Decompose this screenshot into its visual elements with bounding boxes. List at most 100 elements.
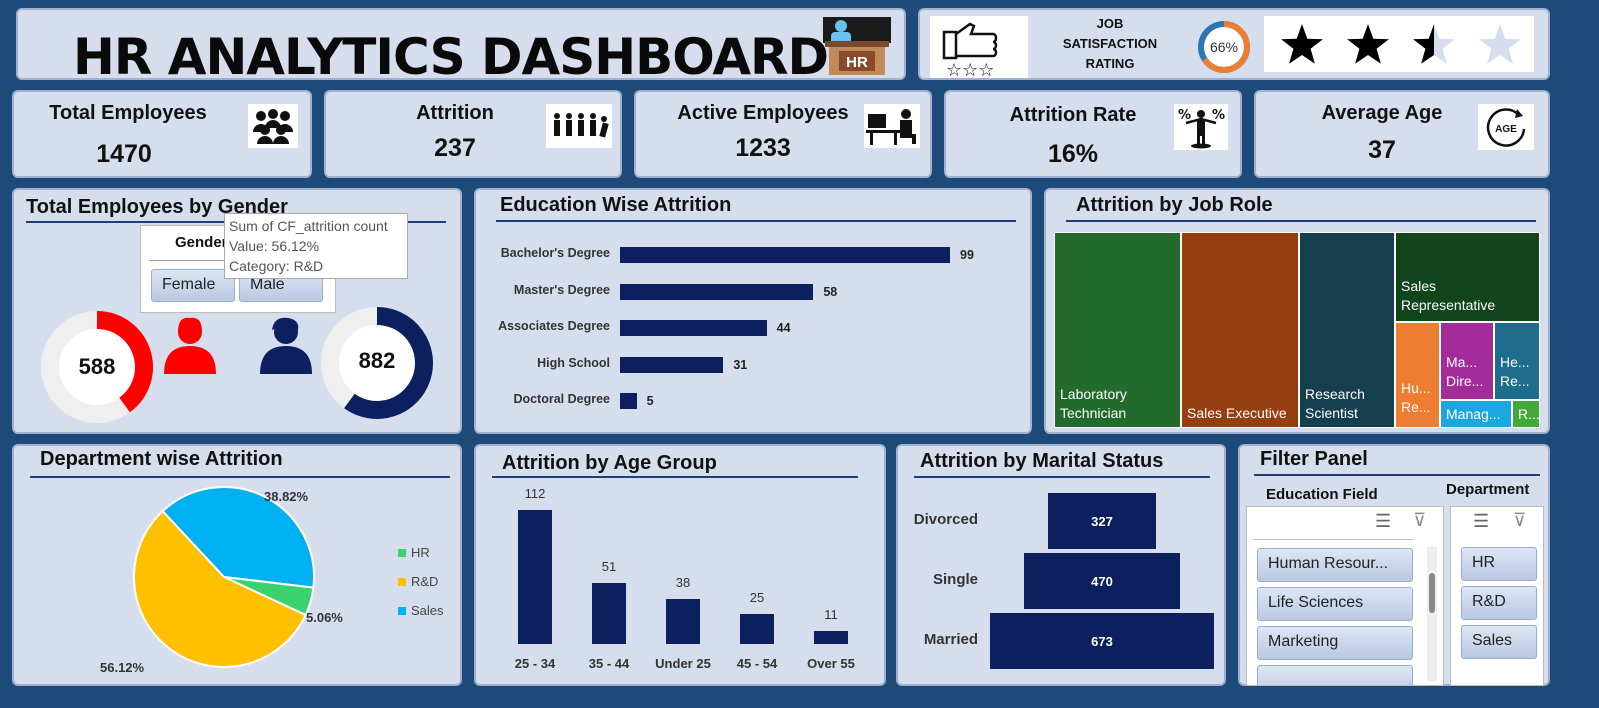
- bar-value-label: 5: [646, 394, 654, 408]
- page-title: HR ANALYTICS DASHBOARD: [73, 28, 829, 86]
- age-panel: Attrition by Age Group 112 25 - 34 51 35 - …: [474, 444, 886, 686]
- legend-swatch: [398, 548, 406, 557]
- treemap-cell-manager[interactable]: Manag...: [1440, 400, 1512, 428]
- svg-text:HR: HR: [846, 54, 868, 71]
- star-icon: [1413, 24, 1455, 64]
- funnel-bar[interactable]: 470: [1023, 553, 1181, 609]
- hr-presenter-icon: HR: [821, 15, 893, 79]
- education-option-human-resources[interactable]: Human Resour...: [1257, 548, 1413, 582]
- legend-swatch: [398, 606, 406, 615]
- balance-person-icon: % %: [1174, 104, 1228, 150]
- treemap-cell-research-director[interactable]: R...: [1512, 400, 1540, 428]
- section-title: Filter Panel: [1260, 448, 1368, 470]
- gender-option-female[interactable]: Female: [151, 269, 235, 302]
- legend-label: R&D: [411, 574, 439, 589]
- marital-panel: Attrition by Marital Status 327 Divorced 4…: [896, 444, 1226, 686]
- kpi-attrition-rate: Attrition Rate 16% % %: [944, 90, 1242, 178]
- bar-category-label: Master's Degree: [513, 282, 610, 297]
- kpi-total-employees: Total Employees 1470: [12, 90, 312, 178]
- bar-category-label: 45 - 54: [736, 656, 778, 671]
- bar[interactable]: [620, 393, 637, 409]
- bar-category-label: Under 25: [655, 656, 711, 671]
- bar[interactable]: [620, 320, 767, 336]
- bar[interactable]: [620, 247, 950, 263]
- star-icon: [1281, 24, 1323, 64]
- bar-category-label: 25 - 34: [514, 656, 556, 671]
- treemap-cell-manager-director[interactable]: Ma... Dire...: [1440, 322, 1494, 400]
- title-panel: HR ANALYTICS DASHBOARD HR: [16, 8, 906, 86]
- female-count: 588: [78, 354, 116, 379]
- funnel-category-label: Divorced: [913, 511, 978, 528]
- pie-label-hr: 5.06%: [306, 610, 343, 625]
- svg-text:%: %: [1178, 108, 1191, 123]
- multi-select-icon[interactable]: ☰: [1473, 511, 1489, 532]
- funnel-bar[interactable]: 327: [1047, 493, 1157, 549]
- section-title: Attrition by Job Role: [1076, 194, 1273, 216]
- legend-label: Sales: [411, 603, 444, 618]
- job-satisfaction-label: JOB SATISFACTION RATING: [1062, 16, 1158, 71]
- job-satisfaction-panel: ☆☆☆ JOB SATISFACTION RATING 66%: [918, 8, 1550, 81]
- treemap-cell-research-scientist[interactable]: Research Scientist: [1299, 232, 1395, 428]
- legend-item: Sales: [398, 603, 444, 618]
- education-option-life-sciences[interactable]: Life Sciences: [1257, 587, 1413, 621]
- legend-item: HR: [398, 545, 430, 560]
- marital-funnel-chart: 327 Divorced 470 Single 673 Married: [898, 446, 1228, 688]
- treemap-cell-sales-executive[interactable]: Sales Executive: [1181, 232, 1299, 428]
- multi-select-icon[interactable]: ☰: [1375, 511, 1391, 532]
- bar-category-label: High School: [537, 355, 610, 370]
- bar[interactable]: [592, 582, 626, 644]
- bar[interactable]: [620, 283, 814, 300]
- svg-text:%: %: [1212, 108, 1225, 123]
- legend-item: R&D: [398, 574, 438, 589]
- department-pie-chart: [133, 486, 315, 668]
- bar[interactable]: [814, 630, 848, 644]
- slicer-scrollbar[interactable]: [1427, 547, 1437, 681]
- funnel-category-label: Single: [932, 571, 978, 588]
- section-divider: [1254, 474, 1540, 476]
- bar-value-label: 31: [733, 357, 748, 372]
- pie-label-rd: 56.12%: [100, 660, 145, 675]
- legend-label: HR: [411, 545, 430, 560]
- job-satisfaction-donut: 66%: [1196, 19, 1252, 75]
- education-option-partial[interactable]: [1257, 665, 1413, 685]
- clear-filter-icon[interactable]: ⊽: [1513, 510, 1526, 531]
- female-donut: 588: [40, 310, 154, 424]
- bar[interactable]: [620, 356, 724, 373]
- treemap-cell-human-resources[interactable]: Hu... Re...: [1395, 322, 1440, 428]
- treemap-cell-sales-representative[interactable]: Sales Representative: [1395, 232, 1540, 322]
- bar-value-label: 51: [601, 558, 617, 574]
- treemap-cell-laboratory-technician[interactable]: Laboratory Technician: [1054, 232, 1181, 428]
- star-icon: [1479, 24, 1521, 64]
- department-label: Department: [1446, 481, 1530, 498]
- department-option-rd[interactable]: R&D: [1461, 586, 1537, 620]
- bar-value-label: 44: [776, 321, 791, 335]
- department-option-sales[interactable]: Sales: [1461, 625, 1537, 659]
- department-option-hr[interactable]: HR: [1461, 547, 1537, 581]
- clear-filter-icon[interactable]: ⊽: [1413, 510, 1426, 531]
- bar[interactable]: [518, 510, 552, 644]
- male-donut: 882: [320, 306, 434, 420]
- funnel-bar[interactable]: 673: [990, 613, 1214, 669]
- chart-tooltip: Sum of CF_attrition count Value: 56.12% …: [224, 213, 408, 279]
- bar[interactable]: [666, 598, 700, 644]
- kpi-attrition: Attrition 237: [324, 90, 622, 178]
- education-option-marketing[interactable]: Marketing: [1257, 626, 1413, 660]
- pie-label-sales: 38.82%: [264, 489, 309, 504]
- legend-swatch: [398, 577, 406, 586]
- education-field-slicer: ☰ ⊽ Human Resour... Life Sciences Market…: [1246, 506, 1444, 686]
- thumbs-up-rating-icon: ☆☆☆: [930, 16, 1028, 81]
- treemap-cell-healthcare-representative[interactable]: He... Re...: [1494, 322, 1540, 400]
- svg-text:AGE: AGE: [1495, 124, 1517, 135]
- group-icon: [248, 104, 298, 148]
- kpi-active-employees: Active Employees 1233: [634, 90, 932, 178]
- svg-text:☆☆☆: ☆☆☆: [946, 60, 994, 78]
- filter-panel: Filter Panel Education Field Department …: [1238, 444, 1550, 686]
- bar-category-label: Over 55: [807, 656, 855, 671]
- bar[interactable]: [740, 614, 774, 644]
- male-icon: [254, 316, 318, 376]
- education-field-label: Education Field: [1266, 486, 1378, 503]
- star-rating: [1264, 16, 1534, 72]
- job-role-treemap: Laboratory Technician Sales Executive Re…: [1054, 232, 1540, 428]
- male-count: 882: [358, 348, 396, 373]
- kpi-average-age: Average Age 37 AGE: [1254, 90, 1550, 178]
